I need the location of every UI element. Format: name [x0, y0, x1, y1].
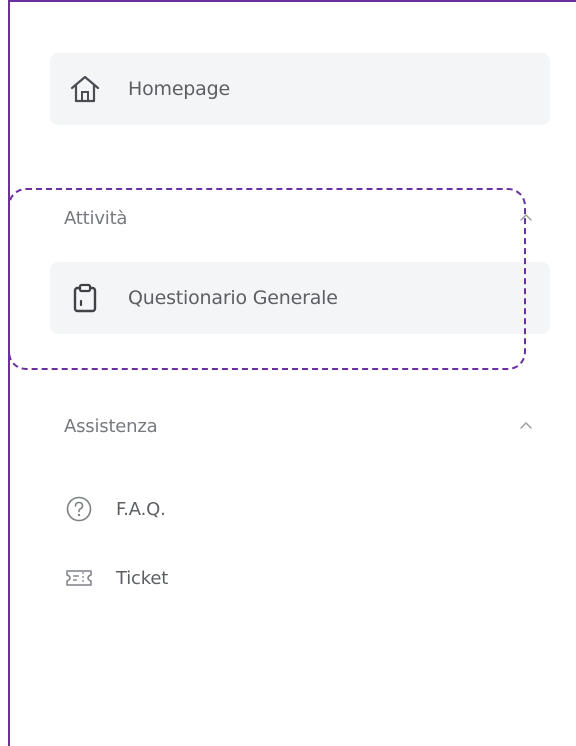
- clipboard-icon: [68, 281, 102, 315]
- section-header-attivita[interactable]: Attività: [64, 203, 536, 233]
- section-title: Assistenza: [64, 415, 158, 437]
- question-circle-icon: [64, 494, 94, 524]
- home-icon: [68, 72, 102, 106]
- sidebar-item-label: Questionario Generale: [128, 287, 338, 309]
- chevron-up-icon[interactable]: [516, 416, 536, 436]
- section-header-assistenza[interactable]: Assistenza: [64, 411, 536, 441]
- sidebar-item-homepage[interactable]: Homepage: [50, 53, 550, 125]
- sidebar-item-label: F.A.Q.: [116, 498, 166, 520]
- chevron-up-icon[interactable]: [516, 208, 536, 228]
- sidebar: Homepage Attività Questionario Generale: [10, 2, 576, 746]
- section-title: Attività: [64, 207, 128, 229]
- sidebar-item-questionario-generale[interactable]: Questionario Generale: [50, 262, 550, 334]
- ticket-icon: [64, 563, 94, 593]
- screen: Homepage Attività Questionario Generale: [0, 0, 576, 746]
- sidebar-item-label: Homepage: [128, 78, 230, 100]
- sidebar-item-faq[interactable]: F.A.Q.: [64, 489, 166, 529]
- sidebar-item-ticket[interactable]: Ticket: [64, 558, 168, 598]
- sidebar-item-label: Ticket: [116, 567, 169, 589]
